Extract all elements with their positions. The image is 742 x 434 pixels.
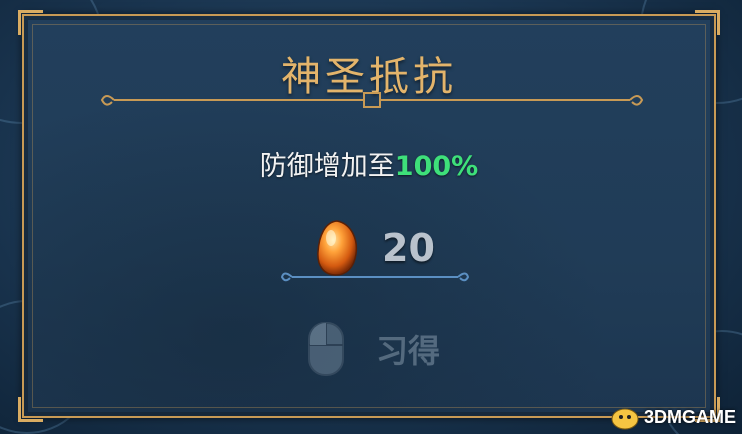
watermark-text: 3DMGAME [643, 406, 736, 427]
learn-button[interactable]: 习得 [306, 314, 466, 384]
title-divider-ornament [100, 92, 644, 108]
description-text: 防御增加至 [259, 151, 395, 182]
learn-button-label: 习得 [376, 332, 441, 370]
corner-ornament [18, 397, 43, 422]
mouse-icon [308, 322, 344, 376]
skill-panel: 神圣抵抗 防御增加至100% 20 习得 [18, 10, 720, 422]
description-value: 100% [394, 151, 479, 182]
corner-ornament [18, 10, 43, 35]
game-screen: 神圣抵抗 防御增加至100% 20 习得 3DMGAME [0, 0, 742, 434]
watermark-logo-icon [611, 408, 639, 430]
skill-description: 防御增加至100% [24, 144, 714, 183]
cost-divider-ornament [280, 272, 470, 282]
corner-ornament [695, 10, 720, 35]
watermark: 3DMGAME [610, 404, 736, 430]
cost-value: 20 [382, 226, 435, 270]
